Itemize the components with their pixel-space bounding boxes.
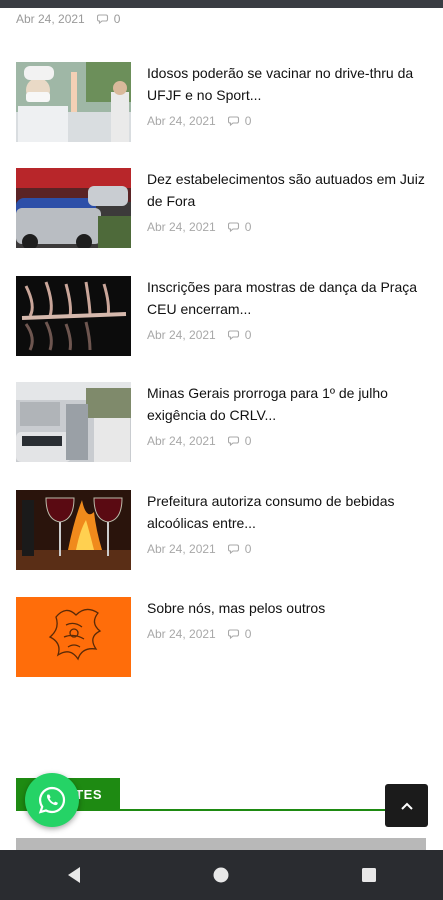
wine-fireplace-photo — [16, 490, 131, 570]
recent-square-icon — [362, 868, 377, 882]
previous-post-meta: Abr 24, 2021 0 — [16, 12, 120, 26]
back-triangle-icon — [67, 867, 80, 883]
list-item[interactable]: Inscrições para mostras de dança da Praç… — [16, 276, 426, 356]
comment-count[interactable]: 0 — [227, 328, 251, 342]
home-circle-icon — [213, 867, 229, 883]
list-item[interactable]: Minas Gerais prorroga para 1º de julho e… — [16, 382, 426, 462]
orange-logo-image — [16, 597, 131, 677]
comment-icon — [227, 435, 239, 446]
cars-photo — [16, 168, 131, 248]
list-item[interactable]: Sobre nós, mas pelos outros Abr 24, 2021… — [16, 597, 426, 677]
comment-count[interactable]: 0 — [227, 220, 251, 234]
post-thumbnail[interactable] — [16, 490, 131, 570]
list-item[interactable]: Idosos poderão se vacinar no drive-thru … — [16, 62, 426, 142]
post-date: Abr 24, 2021 — [147, 114, 216, 128]
post-thumbnail[interactable] — [16, 168, 131, 248]
post-title-link[interactable]: Dez estabelecimentos são autuados em Jui… — [147, 168, 427, 212]
post-title-link[interactable]: Inscrições para mostras de dança da Praç… — [147, 276, 427, 320]
post-date: Abr 24, 2021 — [147, 328, 216, 342]
post-thumbnail[interactable] — [16, 276, 131, 356]
post-date: Abr 24, 2021 — [147, 542, 216, 556]
whatsapp-icon — [38, 786, 66, 814]
comment-icon — [227, 628, 239, 639]
comment-count[interactable]: 0 — [227, 434, 251, 448]
post-thumbnail[interactable] — [16, 597, 131, 677]
comment-count[interactable]: 0 — [227, 114, 251, 128]
status-bar-strip — [0, 0, 443, 8]
post-meta: Abr 24, 2021 0 — [147, 328, 427, 342]
comment-count[interactable]: 0 — [227, 627, 251, 641]
comment-icon — [227, 543, 239, 554]
post-meta: Abr 24, 2021 0 — [147, 114, 427, 128]
nav-home-button[interactable] — [191, 850, 251, 900]
post-thumbnail[interactable] — [16, 382, 131, 462]
vaccination-photo — [16, 62, 131, 142]
list-item[interactable]: Dez estabelecimentos são autuados em Jui… — [16, 168, 426, 248]
comment-icon — [227, 221, 239, 232]
nav-recent-button[interactable] — [339, 850, 399, 900]
content-placeholder-bar — [16, 838, 426, 850]
whatsapp-button[interactable] — [25, 773, 79, 827]
post-date: Abr 24, 2021 — [16, 12, 85, 26]
post-title-link[interactable]: Sobre nós, mas pelos outros — [147, 597, 427, 619]
dance-photo — [16, 276, 131, 356]
traffic-photo — [16, 382, 131, 462]
comment-count[interactable]: 0 — [227, 542, 251, 556]
post-meta: Abr 24, 2021 0 — [147, 542, 427, 556]
post-title-link[interactable]: Idosos poderão se vacinar no drive-thru … — [147, 62, 427, 106]
system-navigation-bar — [0, 850, 443, 900]
post-date: Abr 24, 2021 — [147, 220, 216, 234]
list-item[interactable]: Prefeitura autoriza consumo de bebidas a… — [16, 490, 426, 570]
comment-icon — [96, 13, 108, 24]
post-date: Abr 24, 2021 — [147, 627, 216, 641]
post-date: Abr 24, 2021 — [147, 434, 216, 448]
comment-icon — [227, 115, 239, 126]
comment-count[interactable]: 0 — [96, 12, 120, 26]
post-title-link[interactable]: Minas Gerais prorroga para 1º de julho e… — [147, 382, 427, 426]
post-thumbnail[interactable] — [16, 62, 131, 142]
post-title-link[interactable]: Prefeitura autoriza consumo de bebidas a… — [147, 490, 427, 534]
scroll-to-top-button[interactable] — [385, 784, 428, 827]
comment-icon — [227, 329, 239, 340]
post-meta: Abr 24, 2021 0 — [147, 434, 427, 448]
post-meta: Abr 24, 2021 0 — [147, 220, 427, 234]
nav-back-button[interactable] — [44, 850, 104, 900]
post-meta: Abr 24, 2021 0 — [147, 627, 427, 641]
chevron-up-icon — [400, 802, 413, 810]
